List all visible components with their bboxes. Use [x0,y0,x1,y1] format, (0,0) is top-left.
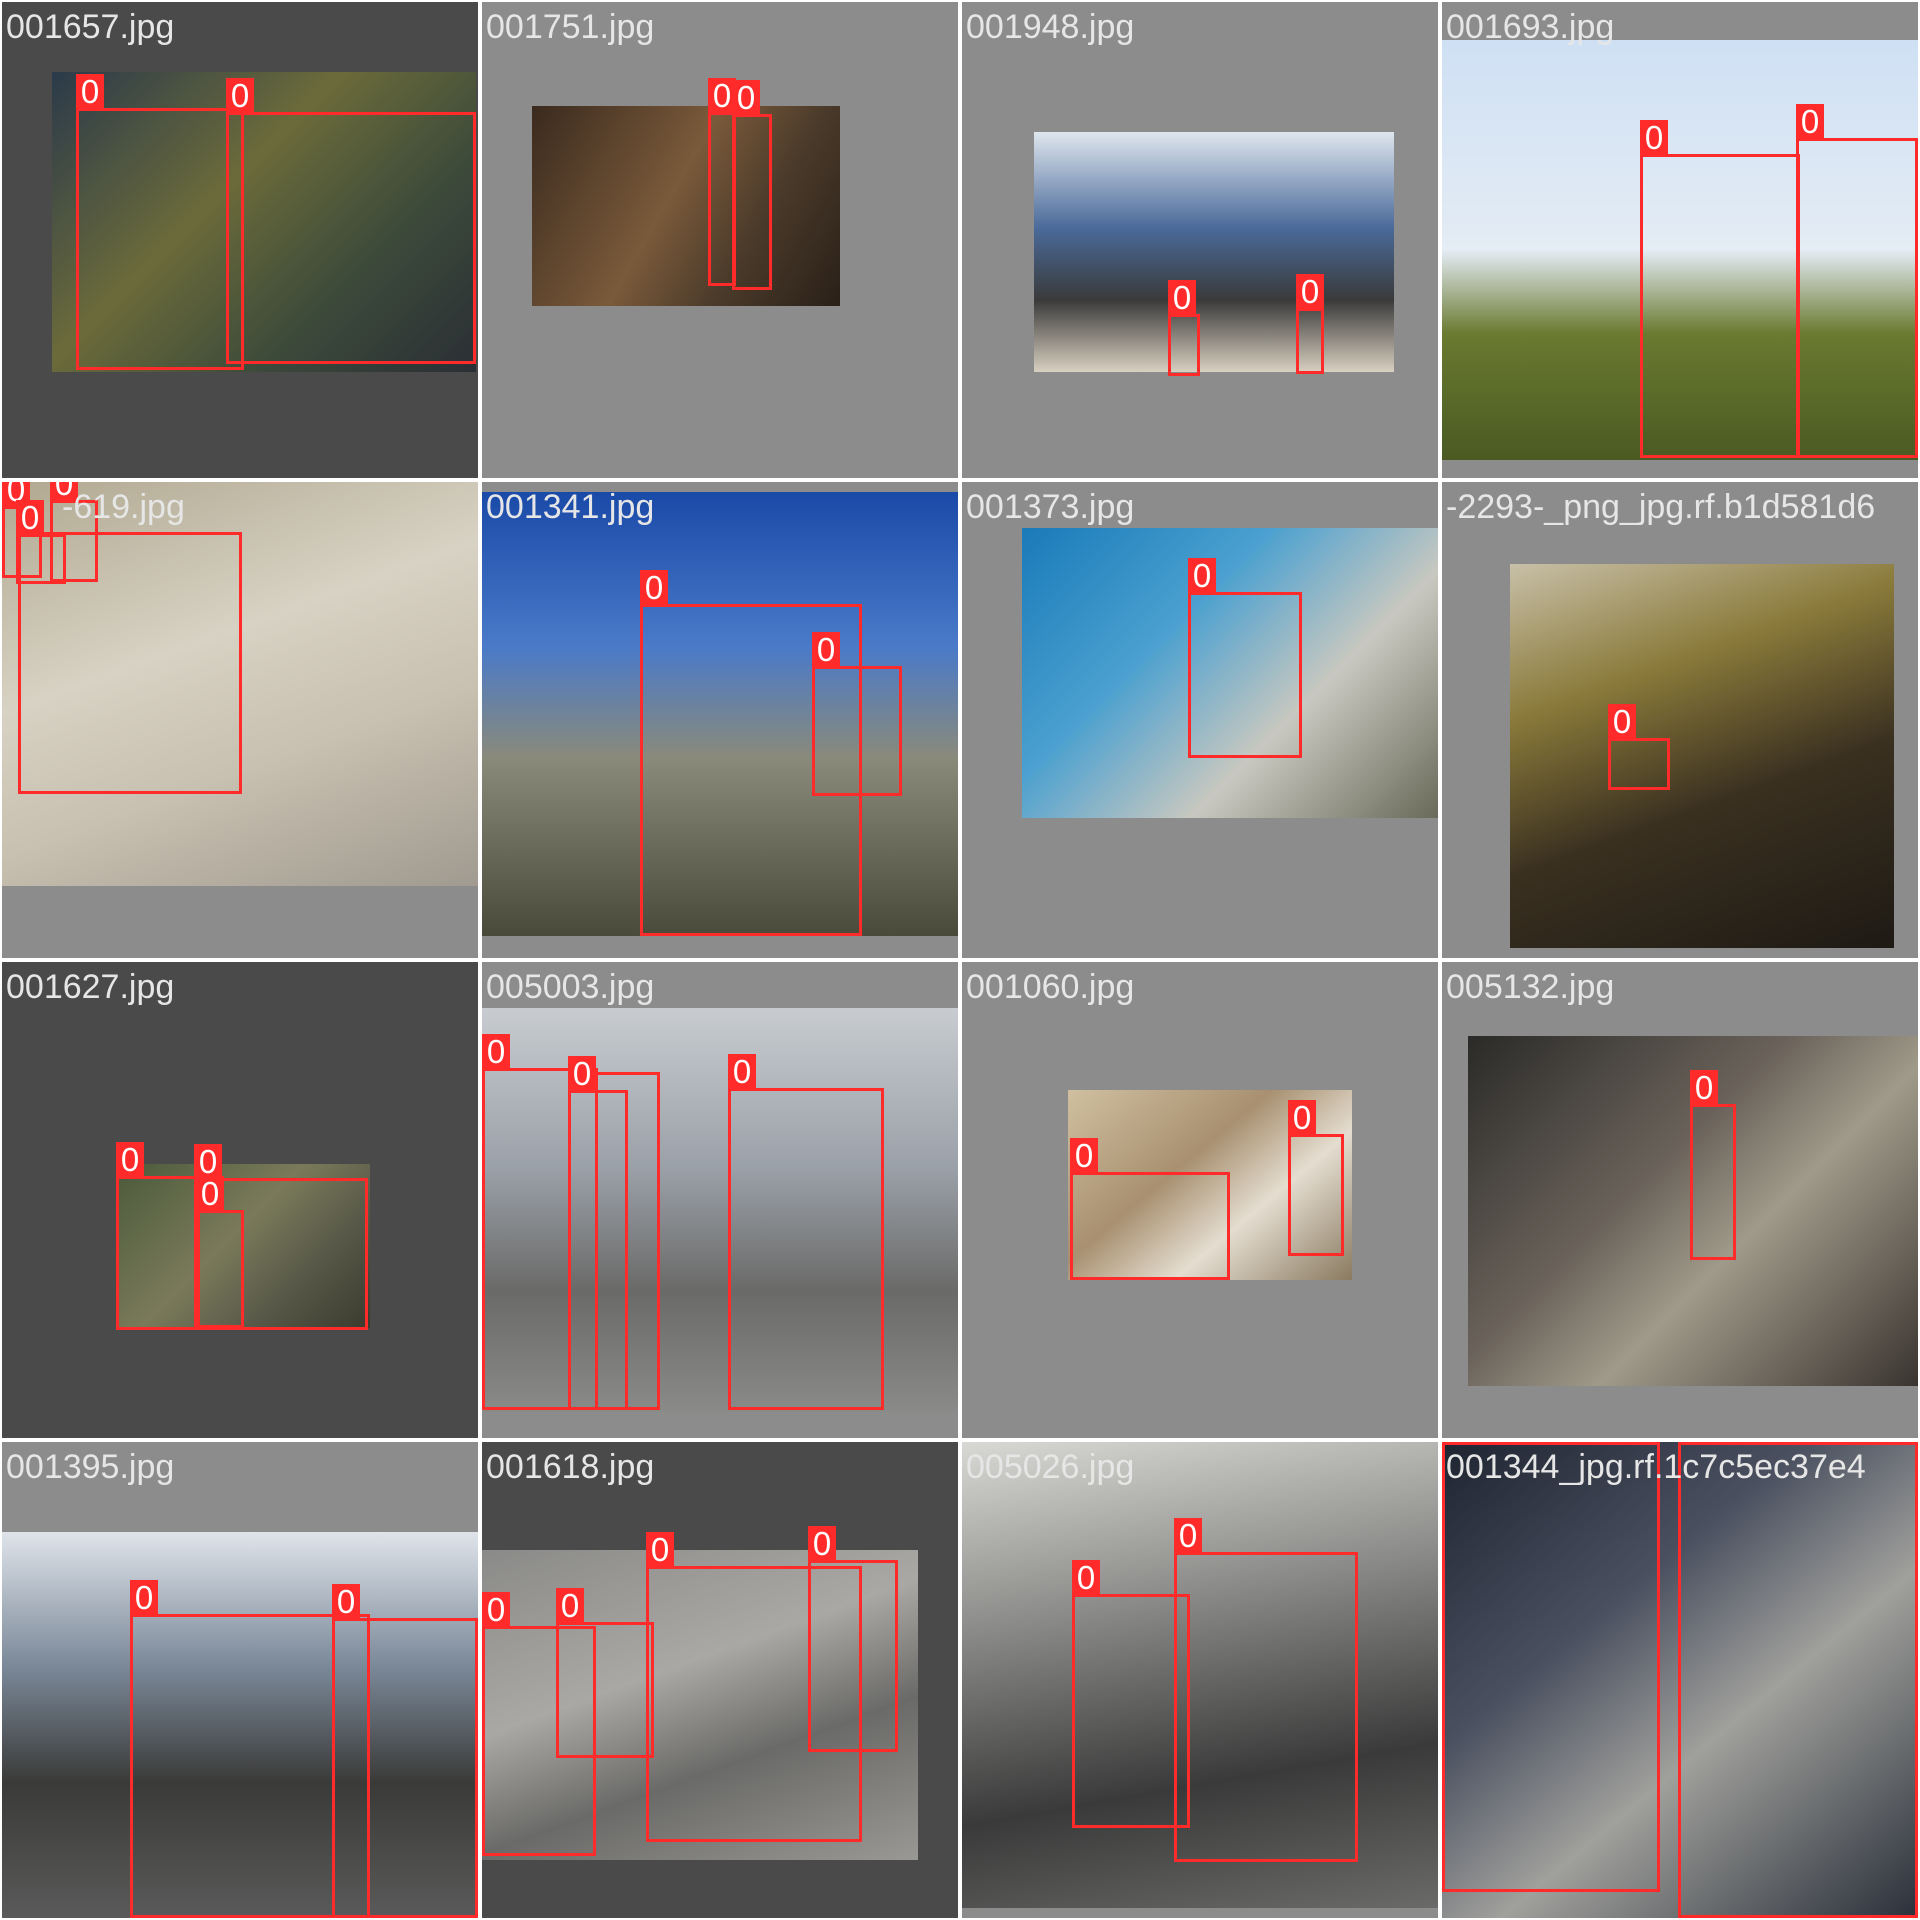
class-label: 0 [640,570,668,606]
class-label: 0 [1690,1070,1718,1106]
class-label: 0 [16,500,44,536]
bbox: 0 [332,1584,478,1918]
tile-9[interactable]: 0 0 0 001627.jpg [2,962,478,1438]
class-label: 0 [568,1056,596,1092]
bbox: 0 [1288,1100,1344,1256]
bbox: 0 [76,74,244,370]
tile-11[interactable]: 0 0 001060.jpg [962,962,1438,1438]
bbox: 0 [1608,704,1670,790]
filename-label: 005003.jpg [486,968,655,1006]
filename-label: 001751.jpg [486,8,655,46]
filename-label: -619.jpg [62,488,185,526]
tile-image [1510,564,1894,948]
filename-label: 005132.jpg [1446,968,1615,1006]
filename-label: 001395.jpg [6,1448,175,1486]
filename-label: 005026.jpg [966,1448,1135,1486]
tile-4[interactable]: 0 0 001693.jpg [1442,2,1918,478]
class-label: 0 [1288,1100,1316,1136]
bbox: 0 [556,1588,654,1758]
filename-label: 001373.jpg [966,488,1135,526]
tile-5[interactable]: 0 0 0 -619.jpg [2,482,478,958]
bbox: 0 [1070,1138,1230,1280]
filename-label: 001060.jpg [966,968,1135,1006]
tile-7[interactable]: 0 001373.jpg [962,482,1438,958]
class-label: 0 [130,1580,158,1616]
class-label: 0 [556,1588,584,1624]
class-label: 0 [116,1142,144,1178]
tile-image [1034,132,1394,372]
bbox: 0 [1072,1560,1190,1828]
bbox: 0 [116,1142,200,1330]
bbox: 0 [1640,120,1800,458]
filename-label: 001618.jpg [486,1448,655,1486]
tile-16[interactable]: 0 0 001344_jpg.rf.1c7c5ec37e4 [1442,1442,1918,1918]
bbox: 0 [568,1056,628,1410]
bbox: 0 [732,80,772,290]
class-label: 0 [482,1034,510,1070]
bbox: 0 [728,1054,884,1410]
bbox: 0 [226,78,476,364]
filename-label: 001627.jpg [6,968,175,1006]
class-label: 0 [732,80,760,116]
class-label: 0 [332,1584,360,1620]
bbox: 0 [1296,274,1324,374]
class-label: 0 [646,1532,674,1568]
image-grid: 0 0 001657.jpg 0 0 001751.jpg 0 0 001948… [0,0,1920,1920]
class-label: 0 [1188,558,1216,594]
class-label: 0 [1442,1442,1470,1445]
class-label: 0 [812,632,840,668]
filename-label: 001948.jpg [966,8,1135,46]
bbox: 0 [1690,1070,1736,1260]
tile-3[interactable]: 0 0 001948.jpg [962,2,1438,478]
class-label: 0 [1296,274,1324,310]
tile-14[interactable]: 0 0 0 0 001618.jpg [482,1442,958,1918]
class-label: 0 [1608,704,1636,740]
bbox: 0 [1188,558,1302,758]
bbox: 0 [1796,104,1918,458]
class-label: 0 [1168,280,1196,316]
class-label: 0 [482,1592,510,1628]
class-label: 0 [1640,120,1668,156]
tile-15[interactable]: 0 0 005026.jpg [962,1442,1438,1918]
filename-label: 001344_jpg.rf.1c7c5ec37e4 [1446,1448,1866,1486]
class-label: 0 [808,1526,836,1562]
class-label: 0 [1070,1138,1098,1174]
class-label: 0 [1796,104,1824,140]
tile-8[interactable]: 0 -2293-_png_jpg.rf.b1d581d6 [1442,482,1918,958]
filename-label: 001341.jpg [486,488,655,526]
class-label: 0 [226,78,254,114]
bbox: 0 [196,1176,244,1328]
filename-label: -2293-_png_jpg.rf.b1d581d6 [1446,488,1876,526]
bbox: 0 [808,1526,898,1752]
class-label: 0 [1072,1560,1100,1596]
tile-2[interactable]: 0 0 001751.jpg [482,2,958,478]
filename-label: 001693.jpg [1446,8,1615,46]
bbox: 0 [1174,1518,1358,1862]
class-label: 0 [76,74,104,110]
class-label: 0 [196,1176,224,1212]
bbox [18,532,242,794]
tile-image [532,106,840,306]
bbox: 0 [1168,280,1200,376]
tile-10[interactable]: 0 0 0 005003.jpg [482,962,958,1438]
bbox: 0 [812,632,902,796]
filename-label: 001657.jpg [6,8,175,46]
bbox: 0 [1678,1442,1918,1918]
bbox: 0 [1442,1442,1660,1892]
class-label: 0 [1174,1518,1202,1554]
tile-12[interactable]: 0 005132.jpg [1442,962,1918,1438]
tile-1[interactable]: 0 0 001657.jpg [2,2,478,478]
tile-6[interactable]: 0 0 001341.jpg [482,482,958,958]
class-label: 0 [1678,1442,1706,1445]
tile-13[interactable]: 0 0 001395.jpg [2,1442,478,1918]
class-label: 0 [728,1054,756,1090]
